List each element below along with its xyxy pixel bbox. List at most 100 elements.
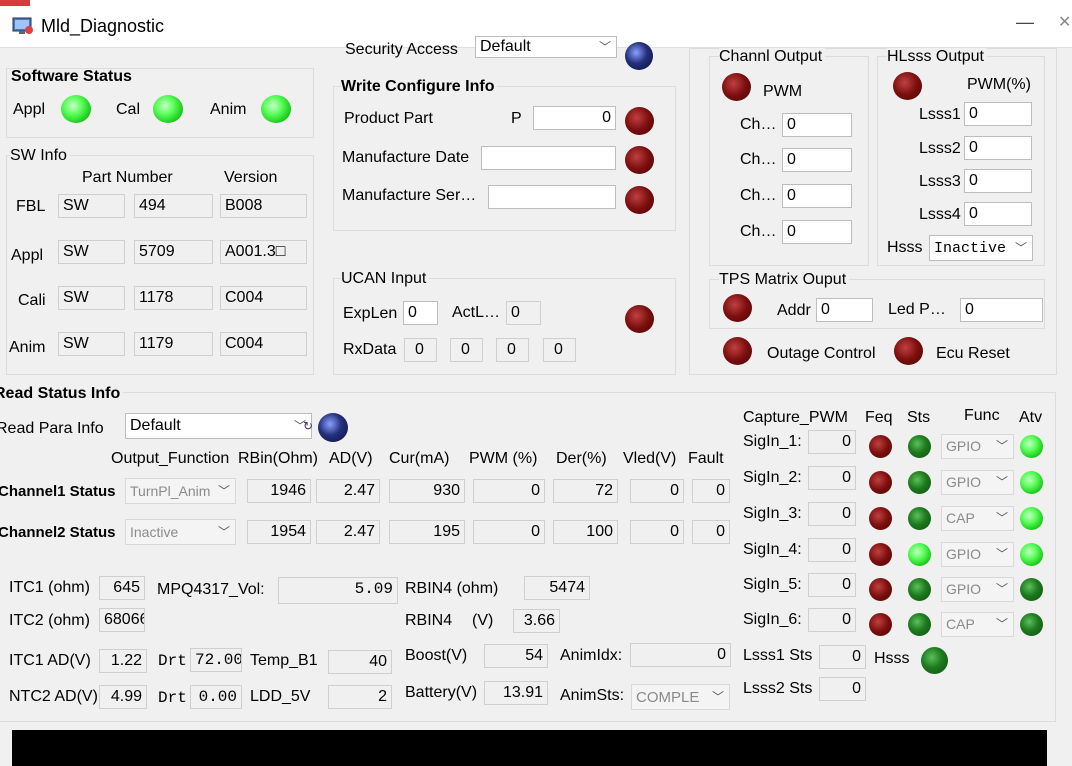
lsss-pwm-input[interactable]: 0 (964, 202, 1032, 226)
channel-pwm-input[interactable]: 0 (782, 148, 852, 172)
channel-output-led[interactable] (722, 73, 751, 101)
sigin-value-field: 0 (808, 608, 856, 632)
channel1-status-label: Channel1 Status (0, 483, 116, 500)
channel-pwm-input[interactable]: 0 (782, 113, 852, 137)
animsts-label: AnimSts: (560, 687, 625, 704)
ntc1-ohm-field: 645 (99, 576, 145, 600)
rbin4-v-field: 3.66 (513, 609, 560, 633)
rbin4-v-label: RBIN4 (405, 612, 453, 629)
channel1-function-value: TurnPl_Anim (130, 483, 211, 499)
hlsss-output-led[interactable] (893, 72, 922, 100)
manufacture-date-write-button[interactable] (625, 146, 654, 174)
pwm-field: 0 (473, 479, 545, 503)
sigin-func-value: GPIO (946, 474, 982, 490)
channel-row-label: Ch… (740, 187, 777, 204)
sw-prefix-field: SW (58, 240, 125, 264)
sigin-active-led (1020, 435, 1043, 458)
manufacture-date-label: Manufacture Date (342, 149, 470, 166)
sigin-func-select[interactable]: GPIO ﹀ (941, 434, 1014, 459)
sigin-label: SigIn_1: (743, 433, 802, 450)
sw-row-label: Appl (11, 247, 44, 264)
ntc1-ad-field: 1.22 (99, 649, 147, 673)
chevron-down-icon: ﹀ (1014, 241, 1027, 255)
sts-header: Sts (907, 409, 931, 426)
window-title: Mld_Diagnostic (41, 16, 165, 36)
ucan-send-button[interactable] (625, 305, 654, 333)
sigin-freq-led (869, 578, 892, 601)
security-access-value: Default (480, 38, 531, 55)
rxdata-label: RxData (343, 341, 397, 358)
der-header: Der(%) (556, 450, 607, 467)
sigin-active-led (1020, 507, 1043, 530)
appl-status-label: Appl (13, 101, 46, 118)
close-icon[interactable]: ✕ (1058, 12, 1071, 32)
addr-input[interactable]: 0 (816, 298, 873, 322)
ntc2-ad-field: 4.99 (99, 685, 147, 709)
manufacture-serial-write-button[interactable] (625, 186, 654, 214)
sigin-func-value: CAP (946, 510, 975, 526)
cur-field: 930 (389, 479, 465, 503)
product-part-label: Product Part (344, 110, 433, 127)
read-status-panel (0, 392, 1056, 722)
temp-field: 40 (328, 650, 392, 674)
sw-version-field: B008 (220, 194, 307, 218)
sigin-func-select[interactable]: CAP ﹀ (941, 612, 1014, 637)
tps-send-button[interactable] (723, 294, 752, 322)
channel-pwm-input[interactable]: 0 (782, 220, 852, 244)
anim-status-label: Anim (210, 101, 247, 118)
sigin-func-select[interactable]: GPIO ﹀ (941, 542, 1014, 567)
manufacture-serial-input[interactable] (488, 185, 616, 209)
sigin-freq-led (869, 435, 892, 458)
sw-part-field: 494 (134, 194, 213, 218)
sw-version-field: A001.3□ (220, 240, 307, 264)
product-part-prefix: P (511, 110, 522, 127)
outage-control-button[interactable] (723, 337, 752, 365)
anim-status-led (261, 95, 291, 123)
security-access-select[interactable]: Default ﹀ (475, 36, 617, 58)
product-part-input[interactable]: 0 (533, 106, 616, 130)
sigin-label: SigIn_4: (743, 541, 802, 558)
ledp-input[interactable]: 0 (960, 298, 1043, 322)
hsss-select-value: Inactive (934, 240, 1007, 257)
sigin-func-select[interactable]: GPIO ﹀ (941, 470, 1014, 495)
sigin-value-field: 0 (808, 573, 856, 597)
rxdata-byte-field: 0 (543, 338, 576, 362)
sigin-func-select[interactable]: GPIO ﹀ (941, 577, 1014, 602)
product-part-write-button[interactable] (625, 107, 654, 135)
sigin-active-led (1020, 578, 1043, 601)
read-para-led[interactable] (318, 413, 348, 442)
sigin-func-select[interactable]: CAP ﹀ (941, 506, 1014, 531)
chevron-down-icon: ﹀ (217, 484, 230, 498)
hsss-status-led (921, 647, 948, 674)
channel1-function-select[interactable]: TurnPl_Anim ﹀ (125, 478, 236, 504)
security-status-led[interactable] (625, 42, 653, 70)
sigin-value-field: 0 (808, 538, 856, 562)
channel2-function-select[interactable]: Inactive ﹀ (125, 519, 236, 545)
write-config-title: Write Configure Info (341, 78, 498, 96)
chevron-down-icon: ﹀ (598, 40, 611, 54)
appl-status-led (61, 95, 91, 123)
rbin-header: RBin(Ohm) (238, 450, 319, 467)
minimize-icon[interactable]: — (1016, 12, 1034, 33)
lsss-pwm-input[interactable]: 0 (964, 136, 1032, 160)
lsss-pwm-input[interactable]: 0 (964, 169, 1032, 193)
sigin-label: SigIn_3: (743, 505, 802, 522)
lsss-row-label: Lsss4 (919, 206, 961, 223)
sw-prefix-field: SW (58, 332, 125, 356)
manufacture-date-input[interactable] (481, 146, 616, 170)
sw-part-field: 1178 (134, 286, 213, 310)
lsss-pwm-input[interactable]: 0 (964, 102, 1032, 126)
drt1-field: 72.00 (190, 648, 242, 672)
ntc1-ohm-label: ITC1 (ohm) (9, 579, 90, 596)
animsts-select[interactable]: COMPLE ﹀ (631, 684, 730, 710)
ledp-label: Led P… (888, 301, 946, 318)
explen-input[interactable]: 0 (403, 301, 438, 325)
hsss-select[interactable]: Inactive ﹀ (929, 235, 1033, 261)
app-icon (11, 14, 35, 36)
hlsss-pwm-label: PWM(%) (967, 76, 1031, 93)
read-para-select[interactable]: Default ﹀ (125, 413, 312, 439)
channel-pwm-input[interactable]: 0 (782, 184, 852, 208)
ecu-reset-button[interactable] (894, 337, 923, 365)
refresh-icon[interactable]: ↻ (303, 419, 313, 433)
chevron-down-icon: ﹀ (711, 690, 724, 704)
